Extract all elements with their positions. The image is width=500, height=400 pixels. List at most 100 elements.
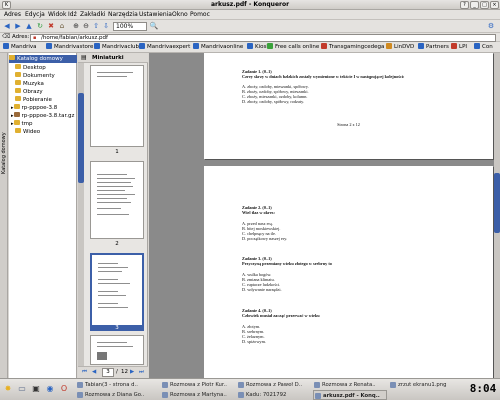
bookmark-folder-icon [418,43,424,49]
terminal-icon[interactable]: ▣ [30,382,42,396]
tree-item[interactable]: Wideo [9,128,77,136]
tab-katalog-domowy[interactable]: Katalog domowy [0,113,8,193]
bookmark-mandrivastore[interactable]: Mandrivastore [46,43,93,52]
document-viewer[interactable]: Zadanie 1. (0–1) Czrey skrzy w dniach bz… [149,53,500,378]
zoom-out-icon[interactable]: ⊖ [81,21,91,31]
konqueror-icon[interactable]: ◉ [44,382,56,396]
forward-icon[interactable]: ▶ [13,21,23,31]
bookmark-con[interactable]: Con [474,43,493,52]
reload-icon[interactable]: ↻ [35,21,45,31]
task-button[interactable]: Kadu: 7021792 [237,390,311,400]
tree-item[interactable]: ▸ tmp [9,120,77,128]
tree-item[interactable]: ▸ rp-pppoe-3.8 [9,104,77,112]
show-desktop-icon[interactable]: ▭ [16,382,28,396]
bookmark-folder-icon [139,43,145,49]
bookmark-free-calls-online[interactable]: Free calls online [267,43,319,52]
stop-icon[interactable]: ✖ [46,21,56,31]
scrollbar-handle[interactable] [78,93,84,183]
tree-item[interactable]: Dokumenty [9,72,77,80]
menu-bar: Adres Edycja Widok Idź Zakładki Narzędzi… [0,10,500,20]
previous-page-icon[interactable]: ◀ [92,367,96,378]
main-toolbar: ◀ ▶ ▲ ↻ ✖ ⌂ ⊕ ⊖ ⇧ ⇩ 100% 🔍 ⚙ [0,20,500,33]
tree-item[interactable]: Muzyka [9,80,77,88]
task-button[interactable]: Rozmowa z Renata.. [313,380,387,390]
tree-item-home[interactable]: Katalog domowy [9,55,77,63]
menu-adres[interactable]: Adres [4,11,21,18]
scrollbar-handle[interactable] [494,173,500,233]
bookmark-mandrivaonline[interactable]: Mandrivaonline [193,43,243,52]
up-icon[interactable]: ▲ [24,21,34,31]
minimize-button[interactable]: _ [470,1,479,9]
thumbnail-number: 2 [115,241,119,247]
menu-ustawienia[interactable]: Ustawienia [139,11,172,18]
bookmark-partners[interactable]: Partners [418,43,449,52]
folder-icon [15,88,21,93]
zoom-icon[interactable]: 🔍 [149,21,159,31]
task-button[interactable]: Rozmowa z Piotr Kur.. [161,380,235,390]
next-page-icon[interactable]: ⇩ [101,21,111,31]
opera-icon[interactable]: O [58,382,70,396]
menu-widok[interactable]: Widok [48,11,66,18]
zoom-in-icon[interactable]: ⊕ [71,21,81,31]
last-page-icon[interactable]: ⏭ [139,367,144,378]
clock[interactable]: 8:04 [468,381,498,397]
close-button[interactable]: × [490,1,499,9]
question-text: Wiel tlaz w okres: [242,210,275,215]
first-page-icon[interactable]: ⏮ [82,367,87,378]
task-button[interactable]: Rozmowa z Diana Go.. [76,390,159,400]
thumbnail-image [97,352,107,360]
next-page-icon[interactable]: ▶ [130,367,134,378]
menu-pomoc[interactable]: Pomoc [190,11,210,18]
task-button-active[interactable]: arkusz.pdf - Konq.. [313,390,387,400]
clear-location-icon[interactable]: ⌫ [2,33,10,40]
window-titlebar[interactable]: K arkusz.pdf - Konqueror ? _ □ × [0,0,500,10]
window-icon [162,392,168,398]
page-separator: / [116,369,118,375]
help-button[interactable]: ? [460,1,469,9]
thumbnail-page-2[interactable] [90,161,144,239]
task-button[interactable]: Tabian(3 - strona d.. [76,380,159,390]
bookmark-mandriva[interactable]: Mandriva [3,43,37,52]
window-icon [77,382,83,388]
document-scrollbar[interactable] [494,53,500,378]
menu-zakladki[interactable]: Zakładki [80,11,106,18]
thumbnail-page-1[interactable] [90,65,144,147]
bookmark-lindvd[interactable]: LinDVD [386,43,414,52]
task-button[interactable]: Rozmowa z Paweł D.. [237,380,311,390]
folder-icon [15,72,21,77]
start-menu-star-icon[interactable]: ✸ [2,382,14,396]
window-icon [238,392,244,398]
menu-narzedzia[interactable]: Narzędzia [108,11,138,18]
tree-item[interactable]: Obrazy [9,88,77,96]
previous-page-icon[interactable]: ⇧ [91,21,101,31]
page-total: 12 [121,369,128,375]
maximize-button[interactable]: □ [480,1,489,9]
tree-item[interactable]: Pobieranie [9,96,77,104]
back-icon[interactable]: ◀ [2,21,12,31]
task-button[interactable]: Rozmowa z Martyna.. [161,390,235,400]
bookmark-lpi[interactable]: LPI [451,43,467,52]
window-icon [77,392,83,398]
menu-edycja[interactable]: Edycja [25,11,45,18]
zoom-select[interactable]: 100% [113,22,147,31]
menu-okno[interactable]: Okno [172,11,188,18]
menu-idz[interactable]: Idź [68,11,77,18]
thumbnails-scrollbar[interactable] [78,63,84,366]
tree-item[interactable]: Desktop [9,64,77,72]
bookmark-folder-icon [451,43,457,49]
thumbnail-page-3[interactable] [90,253,144,331]
question-text: Czrey skrzy w dniach bzlzkich zostały wy… [242,74,405,79]
page-footer: Strona 2 z 12 [337,122,360,127]
bookmark-transgamingcedega[interactable]: Transgamingcedega [321,43,384,52]
task-button[interactable]: zrzut ekranu1.png [389,380,465,390]
home-icon[interactable]: ⌂ [57,21,67,31]
address-input[interactable]: ▪ /home/fabian/arkusz.pdf [30,34,496,42]
tree-item[interactable]: ▸ rp-pppoe-3.8.tar.gz [9,112,77,120]
bookmark-mandrivaclub[interactable]: Mandrivaclub [94,43,139,52]
bookmark-folder-icon [46,43,52,49]
page-number-input[interactable]: 3 [102,368,114,377]
bookmark-mandrivaexpert[interactable]: Mandrivaexpert [139,43,190,52]
home-folder-icon [9,55,15,60]
pdf-page-2: Zadanie 1. (0–1) Czrey skrzy w dniach bz… [204,53,493,159]
thumbnail-page-4[interactable] [90,335,144,365]
